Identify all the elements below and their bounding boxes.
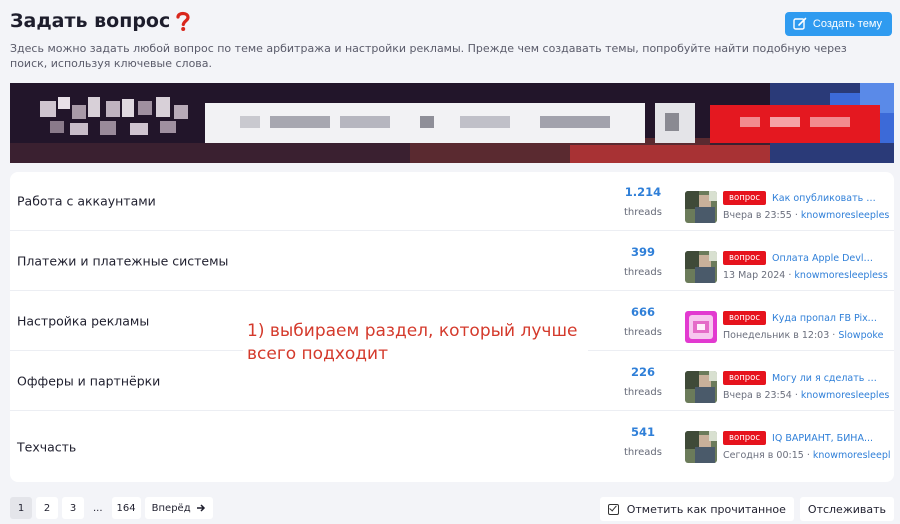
latest-user-link[interactable]: Slowpoke [838,330,883,341]
section-stats: 541 threads [610,425,676,458]
avatar[interactable] [685,311,717,343]
question-mark-icon [174,10,192,32]
question-badge: вопрос [723,371,767,385]
tutorial-annotation: 1) выбираем раздел, который лучше всего … [243,318,588,368]
latest-thread: вопрос Куда пропал FB Pixe... Понедельни… [723,311,884,341]
latest-thread: вопрос Оплата Apple Devlo... 13 Мар 2024… [723,251,888,281]
page-description: Здесь можно задать любой вопрос по теме … [10,42,847,70]
create-thread-button[interactable]: Создать тему [784,12,892,36]
question-badge: вопрос [723,251,767,265]
page-title: Задать вопрос [10,10,192,32]
latest-user-link[interactable]: knowmoresleeples [801,210,889,221]
latest-user-link[interactable]: knowmoresleeples [801,390,889,401]
page-ellipsis[interactable]: ... [88,497,108,519]
page-link-2[interactable]: 2 [36,497,58,519]
section-title[interactable]: Настройка рекламы [17,314,149,329]
avatar[interactable] [685,191,717,223]
pagination: 1 2 3 ... 164 Вперёд [10,497,213,519]
section-stats: 226 threads [610,365,676,398]
latest-thread: вопрос Как опубликовать в... Вчера в 23:… [723,191,890,221]
latest-date: 13 Мар 2024 [723,270,786,281]
threads-count: 541 [630,425,655,439]
latest-date: Вчера в 23:54 [723,390,792,401]
threads-count: 399 [630,245,655,259]
avatar[interactable] [685,371,717,403]
section-title[interactable]: Офферы и партнёрки [17,374,160,389]
threads-label: threads [624,327,662,338]
latest-thread-link[interactable]: Могу ли я сделать д... [772,373,878,384]
threads-label: threads [624,267,662,278]
section-stats: 1.214 threads [610,185,676,218]
arrow-right-icon [196,504,205,512]
watch-button[interactable]: Отслеживать [799,497,894,521]
latest-date: Вчера в 23:55 [723,210,792,221]
section-row[interactable]: Работа с аккаунтами 1.214 threads вопрос… [10,172,894,231]
avatar[interactable] [685,251,717,283]
question-badge: вопрос [723,311,767,325]
latest-thread-link[interactable]: Оплата Apple Devlo... [772,253,878,264]
latest-thread-link[interactable]: Как опубликовать в... [772,193,878,204]
question-badge: вопрос [723,191,767,205]
forum-actions: Отметить как прочитанное Отслеживать [599,497,894,521]
threads-label: threads [624,447,662,458]
latest-date: Понедельник в 12:03 [723,330,830,341]
latest-user-link[interactable]: knowmoresleepl [813,450,891,461]
threads-count: 666 [630,305,655,319]
section-stats: 666 threads [610,305,676,338]
latest-user-link[interactable]: knowmoresleepless [794,270,887,281]
avatar[interactable] [685,431,717,463]
section-stats: 399 threads [610,245,676,278]
section-title[interactable]: Платежи и платежные системы [17,254,228,269]
page-link-1[interactable]: 1 [10,497,32,519]
question-badge: вопрос [723,431,767,445]
page-link-last[interactable]: 164 [111,497,141,519]
next-page-button[interactable]: Вперёд [144,497,213,519]
threads-count: 226 [630,365,655,379]
latest-date: Сегодня в 00:15 [723,450,804,461]
latest-thread: вопрос Могу ли я сделать д... Вчера в 23… [723,371,890,401]
section-row[interactable]: Техчасть 541 threads вопрос IQ ВАРИАНТ, … [10,412,894,482]
threads-label: threads [624,207,662,218]
ad-banner[interactable] [10,83,894,163]
threads-count: 1.214 [624,185,662,199]
mark-read-button[interactable]: Отметить как прочитанное [599,497,794,521]
section-row[interactable]: Платежи и платежные системы 399 threads … [10,232,894,291]
section-title[interactable]: Техчасть [17,440,76,455]
checkbox-icon [607,503,619,515]
latest-thread-link[interactable]: IQ ВАРИАНТ, БИНА... [772,433,878,444]
page-link-3[interactable]: 3 [62,497,84,519]
section-title[interactable]: Работа с аккаунтами [17,194,156,209]
threads-label: threads [624,387,662,398]
pixelated-banner-image [10,83,894,163]
edit-icon [793,17,807,30]
latest-thread-link[interactable]: Куда пропал FB Pixe... [772,313,878,324]
latest-thread: вопрос IQ ВАРИАНТ, БИНА... Сегодня в 00:… [723,431,891,461]
